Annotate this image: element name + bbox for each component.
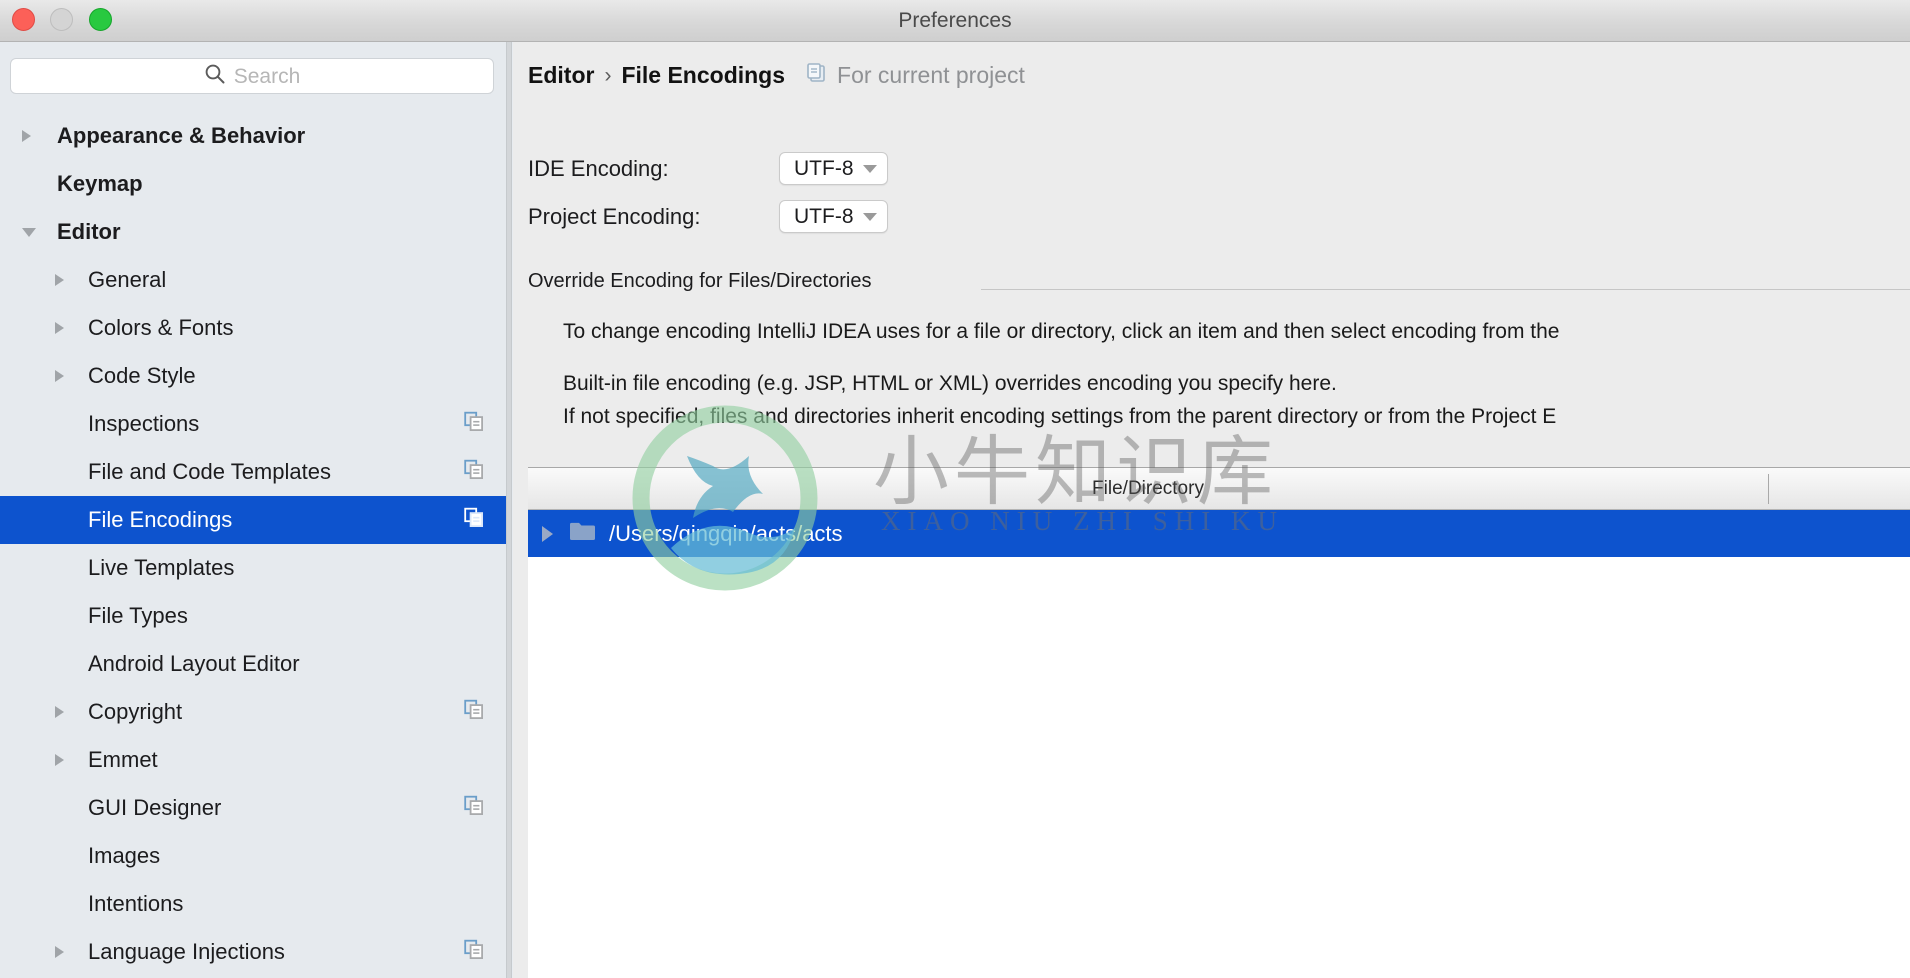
sidebar-item-gui-designer[interactable]: GUI Designer <box>0 784 506 832</box>
sidebar-item-file-and-code-templates[interactable]: File and Code Templates <box>0 448 506 496</box>
sidebar-item-label: File and Code Templates <box>88 459 331 484</box>
chevron-right-icon[interactable] <box>55 946 64 958</box>
sidebar-item-colors-fonts[interactable]: Colors & Fonts <box>0 304 506 352</box>
sidebar-item-label: General <box>88 267 167 292</box>
override-section-divider <box>981 289 1910 290</box>
sidebar-item-label: File Types <box>88 603 188 628</box>
settings-sidebar: Search Appearance & Behavior Keymap Editor… <box>0 42 506 978</box>
sidebar-item-images[interactable]: Images <box>0 832 506 880</box>
search-icon <box>204 63 226 90</box>
breadcrumb-separator-icon: › <box>604 63 612 87</box>
breadcrumb-scope-label: For current project <box>837 62 1025 88</box>
sidebar-item-label: Images <box>88 843 161 868</box>
sidebar-item-label: Appearance & Behavior <box>57 123 306 148</box>
chevron-right-icon[interactable] <box>22 130 31 142</box>
sidebar-item-label: Language Injections <box>88 939 285 964</box>
sidebar-item-android-layout-editor[interactable]: Android Layout Editor <box>0 640 506 688</box>
settings-main-panel: Editor › File Encodings For current proj… <box>513 42 1910 978</box>
chevron-right-icon[interactable] <box>55 322 64 334</box>
sidebar-item-label: Intentions <box>88 891 184 916</box>
sidebar-item-label: Copyright <box>88 699 183 724</box>
project-encoding-row: Project Encoding: <box>528 204 700 230</box>
table-row[interactable]: /Users/qingqin/acts/acts <box>528 510 1910 557</box>
sidebar-item-file-encodings[interactable]: File Encodings <box>0 496 506 544</box>
chevron-down-icon <box>862 164 877 173</box>
column-resize-handle[interactable] <box>1768 474 1769 504</box>
sidebar-item-inspections[interactable]: Inspections <box>0 400 506 448</box>
sidebar-resize-divider[interactable] <box>506 42 512 978</box>
copy-settings-icon <box>464 795 484 821</box>
project-encoding-label: Project Encoding: <box>528 204 701 229</box>
override-help-line-1: To change encoding IntelliJ IDEA uses fo… <box>563 320 1560 343</box>
sidebar-item-label: Colors & Fonts <box>88 315 234 340</box>
window-title-bar: Preferences <box>0 0 1910 42</box>
sidebar-item-keymap[interactable]: Keymap <box>0 160 506 208</box>
sidebar-item-file-types[interactable]: File Types <box>0 592 506 640</box>
sidebar-item-label: Live Templates <box>88 555 235 580</box>
sidebar-item-language-injections[interactable]: Language Injections <box>0 928 506 976</box>
project-scope-icon <box>805 62 827 89</box>
search-field-wrapper: Search <box>10 58 494 94</box>
ide-encoding-value: UTF-8 <box>794 156 854 180</box>
breadcrumb: Editor › File Encodings For current proj… <box>528 62 1025 89</box>
search-placeholder: Search <box>233 64 301 88</box>
column-header-file-directory[interactable]: File/Directory <box>528 468 1768 509</box>
sidebar-item-intentions[interactable]: Intentions <box>0 880 506 928</box>
table-row-path: /Users/qingqin/acts/acts <box>609 520 843 546</box>
sidebar-item-emmet[interactable]: Emmet <box>0 736 506 784</box>
project-encoding-select[interactable]: UTF-8 <box>779 200 888 233</box>
project-encoding-value: UTF-8 <box>794 204 854 228</box>
copy-settings-icon <box>464 507 484 533</box>
sidebar-item-label: Keymap <box>57 171 143 196</box>
sidebar-item-copyright[interactable]: Copyright <box>0 688 506 736</box>
expand-arrow-icon[interactable] <box>542 525 553 542</box>
file-directory-table: File/Directory /Users/qingqin/acts/acts <box>528 467 1910 978</box>
sidebar-item-label: Emmet <box>88 747 158 772</box>
chevron-right-icon[interactable] <box>55 754 64 766</box>
sidebar-item-editor[interactable]: Editor <box>0 208 506 256</box>
copy-settings-icon <box>464 699 484 725</box>
chevron-right-icon[interactable] <box>55 274 64 286</box>
chevron-down-icon <box>862 212 877 221</box>
override-help-line-2: Built-in file encoding (e.g. JSP, HTML o… <box>563 372 1337 395</box>
copy-settings-icon <box>464 939 484 965</box>
folder-icon <box>569 520 597 547</box>
copy-settings-icon <box>464 411 484 437</box>
sidebar-item-live-templates[interactable]: Live Templates <box>0 544 506 592</box>
sidebar-item-label: GUI Designer <box>88 795 222 820</box>
sidebar-item-label: Inspections <box>88 411 200 436</box>
ide-encoding-label: IDE Encoding: <box>528 156 669 181</box>
sidebar-item-label: Android Layout Editor <box>88 651 300 676</box>
sidebar-item-code-style[interactable]: Code Style <box>0 352 506 400</box>
chevron-right-icon[interactable] <box>55 706 64 718</box>
override-section-title: Override Encoding for Files/Directories <box>528 270 872 292</box>
chevron-right-icon[interactable] <box>55 370 64 382</box>
override-help-line-3: If not specified, files and directories … <box>563 405 1557 428</box>
sidebar-item-label: Code Style <box>88 363 196 388</box>
ide-encoding-select[interactable]: UTF-8 <box>779 152 888 185</box>
sidebar-item-general[interactable]: General <box>0 256 506 304</box>
sidebar-item-appearance-behavior[interactable]: Appearance & Behavior <box>0 112 506 160</box>
breadcrumb-current: File Encodings <box>621 62 786 88</box>
table-header-row: File/Directory <box>528 468 1910 510</box>
sidebar-item-label: Editor <box>57 219 121 244</box>
chevron-down-icon[interactable] <box>22 227 36 237</box>
window-title: Preferences <box>898 9 1012 32</box>
search-input[interactable]: Search <box>10 58 494 94</box>
sidebar-item-label: File Encodings <box>88 507 233 532</box>
ide-encoding-row: IDE Encoding: <box>528 156 669 182</box>
settings-tree: Appearance & Behavior Keymap Editor General… <box>0 112 506 976</box>
copy-settings-icon <box>464 459 484 485</box>
breadcrumb-parent[interactable]: Editor <box>528 62 594 89</box>
